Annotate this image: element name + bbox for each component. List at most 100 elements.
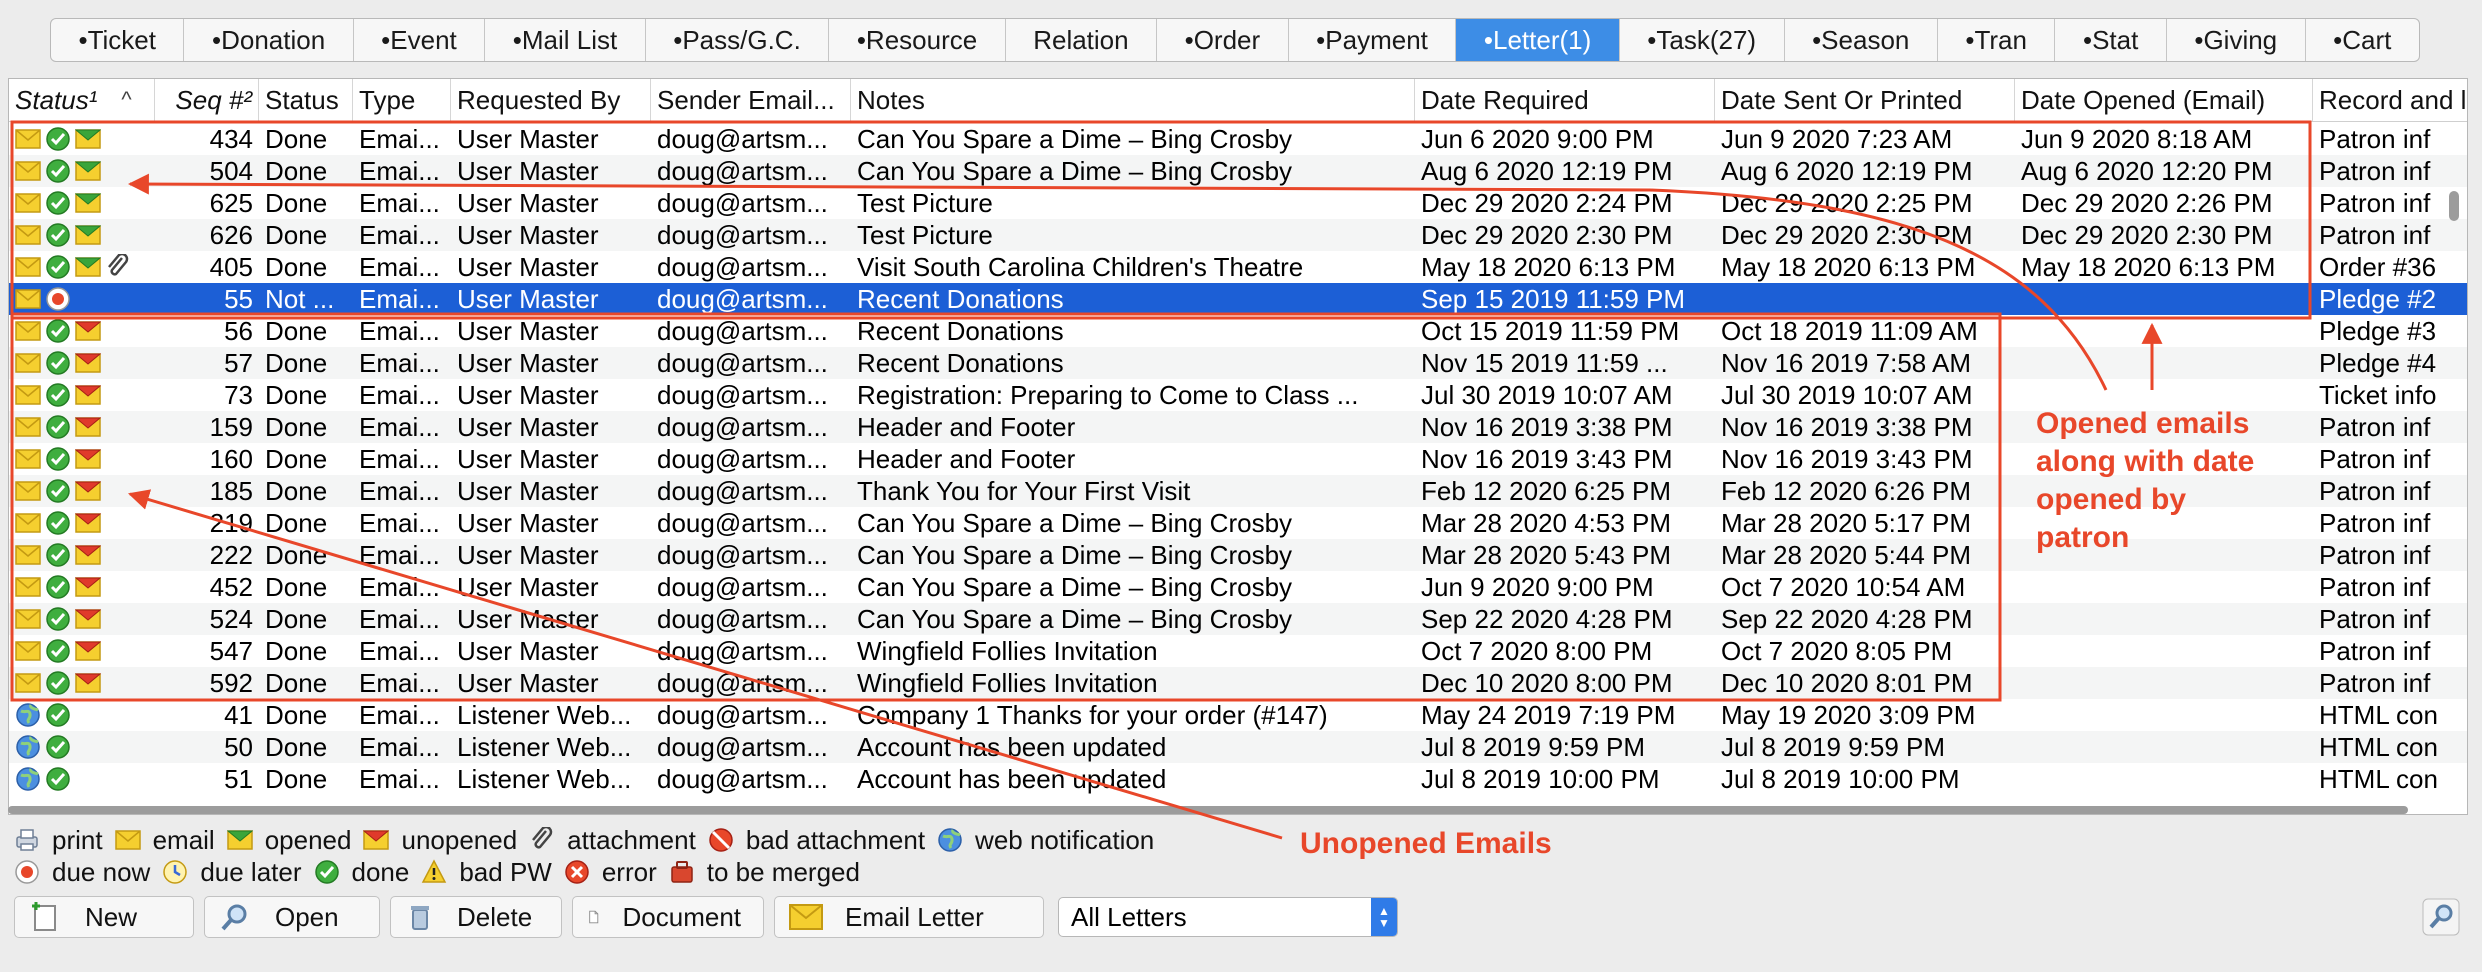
date-sent-cell: Mar 28 2020 5:17 PM [1721, 508, 1972, 538]
delete-button[interactable]: Delete [390, 896, 562, 938]
opened-icon [74, 158, 102, 184]
table-row[interactable]: 56 Done Emai... User Master doug@artsm... Rec… [9, 315, 2467, 347]
legend-line-1: print email opened unopened attachment bad at… [14, 824, 1166, 856]
letter-filter-select[interactable]: All Letters ▲ ▼ [1058, 897, 1398, 937]
requested-by-cell: User Master [457, 220, 599, 250]
table-row[interactable]: 51 Done Emai... Listener Web... doug@artsm..… [9, 763, 2467, 795]
column-header-sender-email[interactable]: Sender Email... [651, 79, 851, 121]
date-required-cell: Oct 7 2020 8:00 PM [1421, 636, 1653, 666]
tab-resource[interactable]: •Resource [829, 19, 1006, 61]
tab-stat[interactable]: •Stat [2055, 19, 2167, 61]
column-header-type[interactable]: Type [353, 79, 451, 121]
tab-tran[interactable]: •Tran [1938, 19, 2056, 61]
tab-giving[interactable]: •Giving [2167, 19, 2306, 61]
table-row[interactable]: 504 Done Emai... User Master doug@artsm... Ca… [9, 155, 2467, 187]
email-icon [114, 827, 147, 853]
tab-pass-g-c[interactable]: •Pass/G.C. [646, 19, 830, 61]
date-opened-cell: May 18 2020 6:13 PM [2021, 252, 2276, 282]
sender-email-cell: doug@artsm... [657, 764, 828, 794]
legend-label: due later [200, 857, 302, 887]
column-header-record[interactable]: Record and l [2313, 79, 2467, 121]
notes-cell: Test Picture [857, 220, 993, 250]
notes-cell: Thank You for Your First Visit [857, 476, 1191, 506]
email-letter-button-label: Email Letter [845, 901, 984, 932]
type-cell: Emai... [359, 444, 440, 474]
column-header-seq[interactable]: Seq #² [155, 79, 259, 121]
tab-task-27[interactable]: •Task(27) [1620, 19, 1785, 61]
sender-email-cell: doug@artsm... [657, 188, 828, 218]
horizontal-scrollbar-thumb[interactable] [8, 806, 2408, 814]
type-cell: Emai... [359, 764, 440, 794]
sender-email-cell: doug@artsm... [657, 540, 828, 570]
tab-order[interactable]: •Order [1157, 19, 1289, 61]
column-header-requested-by[interactable]: Requested By [451, 79, 651, 121]
column-header-date-required[interactable]: Date Required [1415, 79, 1715, 121]
new-button[interactable]: New [14, 896, 194, 938]
sender-email-cell: doug@artsm... [657, 732, 828, 762]
record-cell: Patron inf [2319, 156, 2431, 186]
tab-season[interactable]: •Season [1785, 19, 1938, 61]
column-header-notes[interactable]: Notes [851, 79, 1415, 121]
zoom-button[interactable] [2422, 898, 2460, 936]
table-row[interactable]: 405 Done Emai... User Master doug@artsm... Vi… [9, 251, 2467, 283]
tab-ticket[interactable]: •Ticket [51, 19, 185, 61]
column-header-status[interactable]: Status [259, 79, 353, 121]
horizontal-scrollbar[interactable] [8, 806, 2466, 814]
column-header-date-opened[interactable]: Date Opened (Email) [2015, 79, 2313, 121]
notes-cell: Recent Donations [857, 316, 1064, 346]
due-now-icon [14, 859, 46, 885]
table-row[interactable]: 547 Done Emai... User Master doug@artsm... Wi… [9, 635, 2467, 667]
vertical-scrollbar[interactable] [2449, 191, 2459, 221]
column-header-status-icons[interactable]: Status¹ ^ [9, 79, 155, 121]
date-required-cell: Dec 10 2020 8:00 PM [1421, 668, 1673, 698]
email-icon [15, 158, 41, 184]
table-row[interactable]: 452 Done Emai... User Master doug@artsm... Ca… [9, 571, 2467, 603]
type-cell: Emai... [359, 476, 440, 506]
table-row[interactable]: 592 Done Emai... User Master doug@artsm... Wi… [9, 667, 2467, 699]
requested-by-cell: User Master [457, 508, 599, 538]
unopened-icon [74, 606, 102, 632]
tab-cart[interactable]: •Cart [2306, 19, 2419, 61]
table-row[interactable]: 626 Done Emai... User Master doug@artsm... Te… [9, 219, 2467, 251]
table-row[interactable]: 625 Done Emai... User Master doug@artsm... Te… [9, 187, 2467, 219]
seq-cell: 222 [209, 540, 253, 570]
unopened-icon [74, 638, 102, 664]
status-cell: Done [265, 252, 328, 282]
email-letter-button[interactable]: Email Letter [774, 896, 1044, 938]
table-row[interactable]: 50 Done Emai... Listener Web... doug@artsm..… [9, 731, 2467, 763]
seq-cell: 185 [209, 476, 253, 506]
sender-email-cell: doug@artsm... [657, 444, 828, 474]
legend-item-bad-pw: bad PW [421, 856, 552, 888]
type-cell: Emai... [359, 348, 440, 378]
table-row[interactable]: 55 Not ... Emai... User Master doug@artsm...… [9, 283, 2467, 315]
status-cell: Done [265, 156, 328, 186]
magnifier-icon [221, 904, 247, 931]
icon-legend: print email opened unopened attachment bad at… [14, 824, 1166, 888]
tab-mail-list[interactable]: •Mail List [485, 19, 646, 61]
type-cell: Emai... [359, 412, 440, 442]
type-cell: Emai... [359, 572, 440, 602]
table-row[interactable]: 524 Done Emai... User Master doug@artsm... Ca… [9, 603, 2467, 635]
open-button[interactable]: Open [204, 896, 380, 938]
type-cell: Emai... [359, 188, 440, 218]
done-icon [314, 859, 346, 885]
tab-event[interactable]: •Event [354, 19, 486, 61]
tab-relation[interactable]: Relation [1006, 19, 1158, 61]
legend-label: to be merged [706, 857, 860, 887]
notes-cell: Visit South Carolina Children's Theatre [857, 252, 1304, 282]
tab-payment[interactable]: •Payment [1289, 19, 1457, 61]
done-icon [45, 734, 71, 760]
type-cell: Emai... [359, 220, 440, 250]
table-row[interactable]: 41 Done Emai... Listener Web... doug@artsm..… [9, 699, 2467, 731]
date-required-cell: Jul 8 2019 9:59 PM [1421, 732, 1646, 762]
table-row[interactable]: 434 Done Emai... User Master doug@artsm... Ca… [9, 123, 2467, 155]
tab-donation[interactable]: •Donation [184, 19, 354, 61]
legend-item-done: done [314, 856, 409, 888]
notes-cell: Can You Spare a Dime – Bing Crosby [857, 508, 1293, 538]
table-row[interactable]: 57 Done Emai... User Master doug@artsm... Rec… [9, 347, 2467, 379]
tab-letter-1[interactable]: •Letter(1) [1456, 19, 1620, 61]
column-header-date-sent[interactable]: Date Sent Or Printed [1715, 79, 2015, 121]
document-button[interactable]: Document [572, 896, 764, 938]
sender-email-cell: doug@artsm... [657, 508, 828, 538]
email-icon [15, 478, 41, 504]
